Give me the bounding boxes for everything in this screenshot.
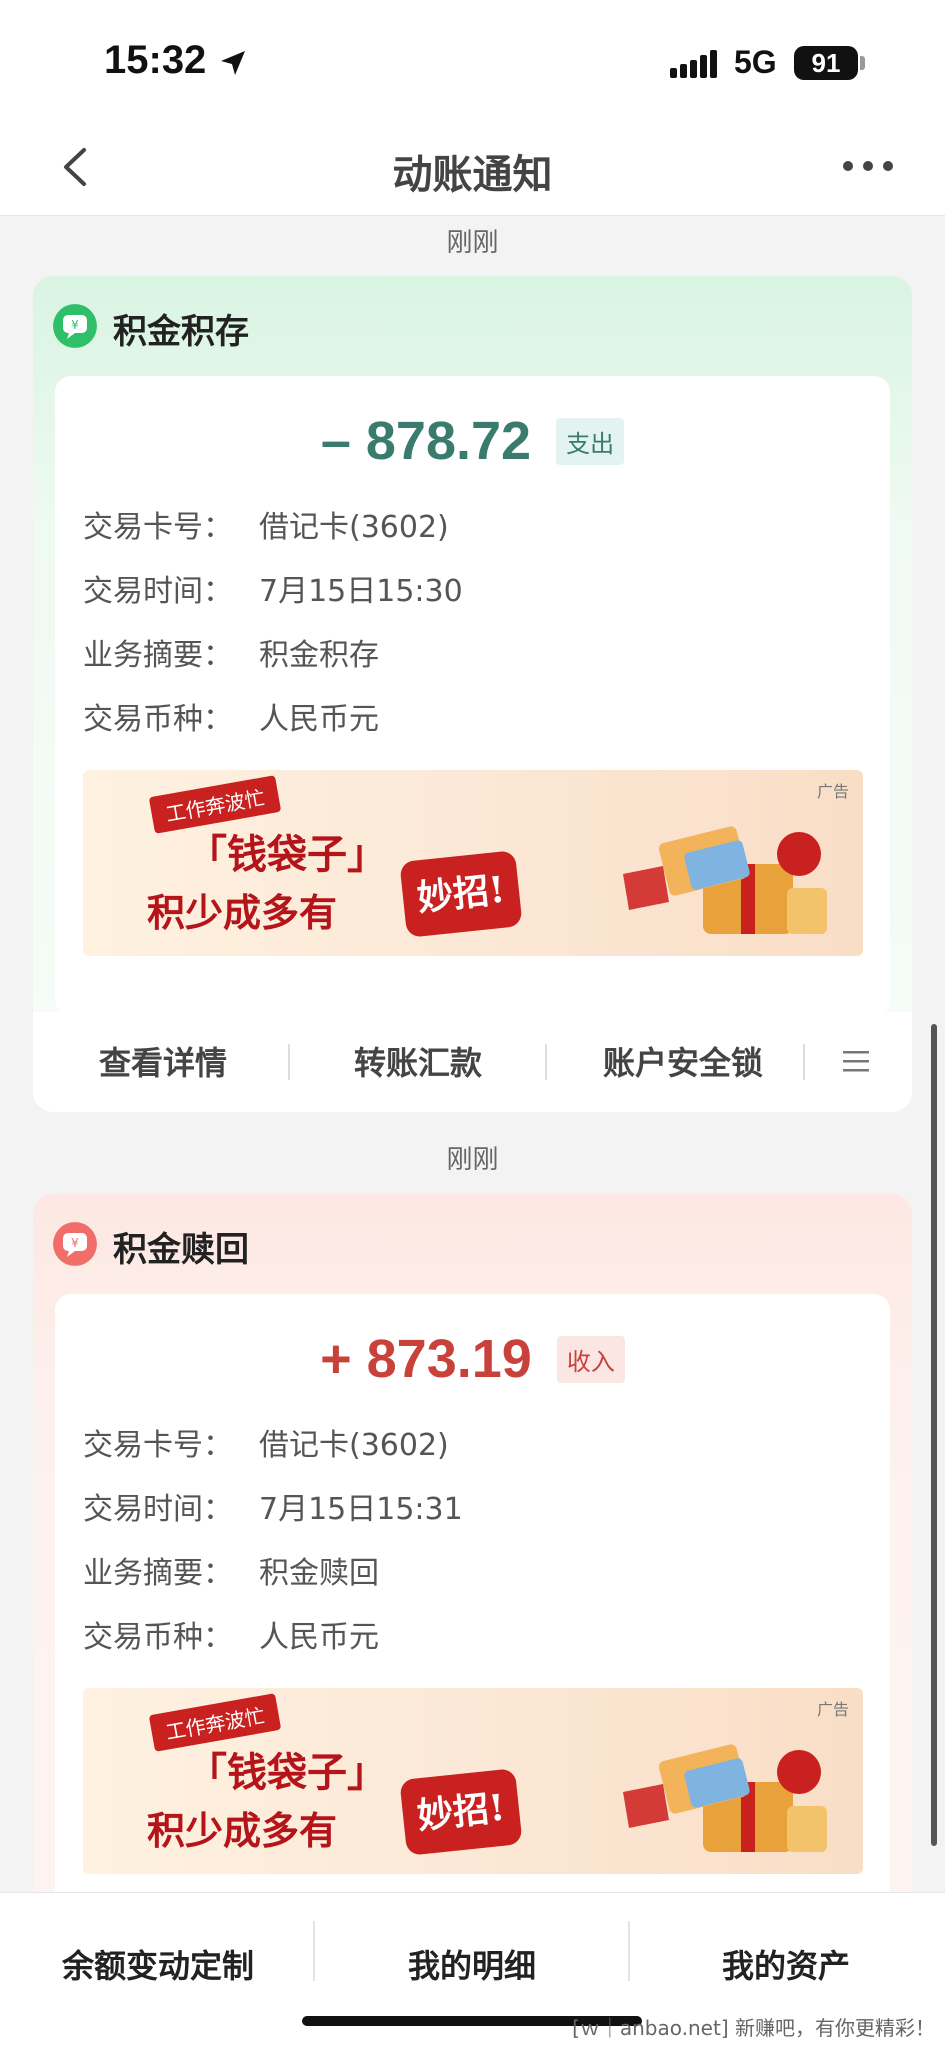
ad-banner[interactable]: 广告 工作奔波忙 「钱袋子」 积少成多有 妙招! bbox=[83, 770, 863, 956]
divider bbox=[313, 1921, 315, 1981]
info-row-summary: 业务摘要： 积金赎回 bbox=[83, 1548, 379, 1592]
scrollbar[interactable] bbox=[931, 1024, 937, 1846]
info-row-time: 交易时间： 7月15日15:30 bbox=[83, 566, 463, 610]
info-value: 借记卡(3602) bbox=[259, 510, 449, 545]
info-key: 交易时间： bbox=[83, 1492, 233, 1527]
amount-row: – 878.72 支出 bbox=[55, 410, 890, 471]
info-row-summary: 业务摘要： 积金积存 bbox=[83, 630, 379, 674]
notification-card[interactable]: ¥ 积金积存 – 878.72 支出 交易卡号： 借记卡(3602) 交易时间： 7… bbox=[33, 276, 912, 1112]
info-value: 积金积存 bbox=[259, 638, 379, 673]
info-key: 交易卡号： bbox=[83, 510, 233, 545]
info-key: 业务摘要： bbox=[83, 1556, 233, 1591]
divider bbox=[803, 1044, 805, 1080]
battery-tip bbox=[860, 56, 865, 70]
info-value: 积金赎回 bbox=[259, 1556, 379, 1591]
svg-text:¥: ¥ bbox=[71, 318, 79, 332]
amount: + 873.19 bbox=[320, 1329, 532, 1389]
more-icon[interactable] bbox=[838, 144, 898, 188]
yuan-chat-icon: ¥ bbox=[53, 304, 97, 348]
info-key: 交易币种： bbox=[83, 1620, 233, 1655]
divider bbox=[288, 1044, 290, 1080]
status-time: 15:32 bbox=[104, 38, 207, 82]
time-label: 刚刚 bbox=[446, 1145, 499, 1175]
balance-alert-setting-button[interactable]: 余额变动定制 bbox=[8, 1941, 308, 1987]
divider bbox=[545, 1044, 547, 1080]
status-bar: 15:32 5G 91 bbox=[0, 0, 945, 120]
amount-row: + 873.19 收入 bbox=[55, 1328, 890, 1389]
yuan-chat-icon: ¥ bbox=[53, 1222, 97, 1266]
info-value: 7月15日15:31 bbox=[259, 1492, 463, 1527]
battery-indicator: 91 bbox=[794, 46, 858, 80]
ad-headline: 「钱袋子」 bbox=[187, 1749, 387, 1796]
info-value: 借记卡(3602) bbox=[259, 1428, 449, 1463]
info-row-time: 交易时间： 7月15日15:31 bbox=[83, 1484, 463, 1528]
info-key: 交易卡号： bbox=[83, 1428, 233, 1463]
info-value: 人民币元 bbox=[259, 702, 379, 737]
info-row-currency: 交易币种： 人民币元 bbox=[83, 694, 379, 738]
time-label: 刚刚 bbox=[446, 228, 499, 258]
info-value: 人民币元 bbox=[259, 1620, 379, 1655]
menu-icon[interactable] bbox=[841, 1048, 871, 1074]
ad-headline: 「钱袋子」 bbox=[187, 831, 387, 878]
watermark: [ｗ｜anbao.net] 新赚吧，有你更精彩！ bbox=[572, 2016, 935, 2040]
nav-bar: 动账通知 bbox=[0, 120, 945, 216]
info-value: 7月15日15:30 bbox=[259, 574, 463, 609]
divider bbox=[628, 1921, 630, 1981]
network-label: 5G bbox=[734, 44, 777, 80]
view-detail-button[interactable]: 查看详情 bbox=[63, 1038, 263, 1084]
card-body: – 878.72 支出 交易卡号： 借记卡(3602) 交易时间： 7月15日15:… bbox=[55, 376, 890, 1016]
info-row-currency: 交易币种： 人民币元 bbox=[83, 1612, 379, 1656]
info-key: 业务摘要： bbox=[83, 638, 233, 673]
location-arrow-icon bbox=[221, 51, 245, 75]
info-key: 交易币种： bbox=[83, 702, 233, 737]
notification-card[interactable]: ¥ 积金赎回 + 873.19 收入 交易卡号： 借记卡(3602) 交易时间： 7… bbox=[33, 1194, 912, 1954]
ad-subline: 积少成多有 bbox=[147, 890, 338, 935]
type-tag: 支出 bbox=[556, 417, 625, 465]
ad-badge: 妙招! bbox=[399, 1768, 523, 1856]
type-tag: 收入 bbox=[556, 1335, 625, 1383]
ad-banner[interactable]: 广告 工作奔波忙 「钱袋子」 积少成多有 妙招! bbox=[83, 1688, 863, 1874]
info-row-card: 交易卡号： 借记卡(3602) bbox=[83, 502, 449, 546]
svg-text:¥: ¥ bbox=[71, 1236, 79, 1250]
action-bar: 查看详情 转账汇款 账户安全锁 bbox=[33, 1012, 912, 1112]
card-body: + 873.19 收入 交易卡号： 借记卡(3602) 交易时间： 7月15日15:… bbox=[55, 1294, 890, 1954]
signal-icon bbox=[670, 50, 717, 78]
info-key: 交易时间： bbox=[83, 574, 233, 609]
account-lock-button[interactable]: 账户安全锁 bbox=[573, 1038, 793, 1084]
amount: – 878.72 bbox=[320, 411, 532, 471]
my-assets-button[interactable]: 我的资产 bbox=[636, 1941, 936, 1987]
gift-box-icon bbox=[623, 826, 827, 934]
my-details-button[interactable]: 我的明细 bbox=[322, 1941, 622, 1987]
ad-badge: 妙招! bbox=[399, 850, 523, 938]
transfer-button[interactable]: 转账汇款 bbox=[318, 1038, 518, 1084]
gift-box-icon bbox=[623, 1744, 827, 1852]
card-title: 积金积存 bbox=[113, 312, 249, 352]
info-row-card: 交易卡号： 借记卡(3602) bbox=[83, 1420, 449, 1464]
page-title: 动账通知 bbox=[392, 152, 553, 198]
card-title: 积金赎回 bbox=[113, 1230, 249, 1270]
ad-subline: 积少成多有 bbox=[147, 1808, 338, 1853]
